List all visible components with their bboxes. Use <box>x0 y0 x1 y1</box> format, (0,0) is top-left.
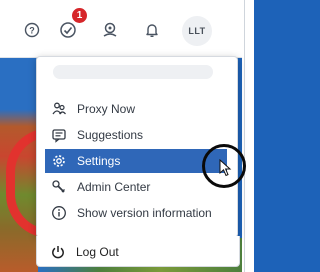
top-header-bar: ? 1 LLT <box>0 0 254 58</box>
menu-item-label: Settings <box>77 154 121 168</box>
proxy-icon <box>49 99 69 119</box>
admin-wrench-icon <box>49 177 69 197</box>
menu-item-admin-center[interactable]: Admin Center <box>45 175 227 199</box>
menu-item-label: Log Out <box>76 245 119 259</box>
menu-item-label: Show version information <box>77 206 212 220</box>
bell-icon[interactable] <box>142 20 162 40</box>
suggestions-icon <box>49 125 69 145</box>
power-icon <box>48 242 68 262</box>
menu-item-label: Admin Center <box>77 180 151 194</box>
mouse-pointer-icon <box>219 159 232 177</box>
settings-gear-icon <box>49 151 69 171</box>
menu-item-log-out[interactable]: Log Out <box>44 240 226 264</box>
menu-item-proxy-now[interactable]: Proxy Now <box>45 97 227 121</box>
menu-item-suggestions[interactable]: Suggestions <box>45 123 227 147</box>
menu-header-placeholder <box>53 65 213 79</box>
workflow-icon[interactable] <box>100 20 120 40</box>
user-avatar[interactable]: LLT <box>182 16 212 46</box>
menu-item-show-version-information[interactable]: Show version information <box>45 201 227 225</box>
tasks-icon[interactable] <box>58 20 78 40</box>
svg-text:?: ? <box>29 26 35 36</box>
right-edge-strip <box>242 0 254 272</box>
user-menu-dropdown: Proxy Now Suggestions Settings Admin Cen… <box>36 56 238 238</box>
menu-item-label: Proxy Now <box>77 102 136 116</box>
menu-item-label: Suggestions <box>77 128 144 142</box>
menu-item-settings[interactable]: Settings <box>45 149 227 173</box>
menu-item-log-out-row-spacer <box>45 225 227 235</box>
notification-badge: 1 <box>72 8 87 23</box>
info-icon <box>49 203 69 223</box>
help-icon[interactable]: ? <box>22 20 42 40</box>
